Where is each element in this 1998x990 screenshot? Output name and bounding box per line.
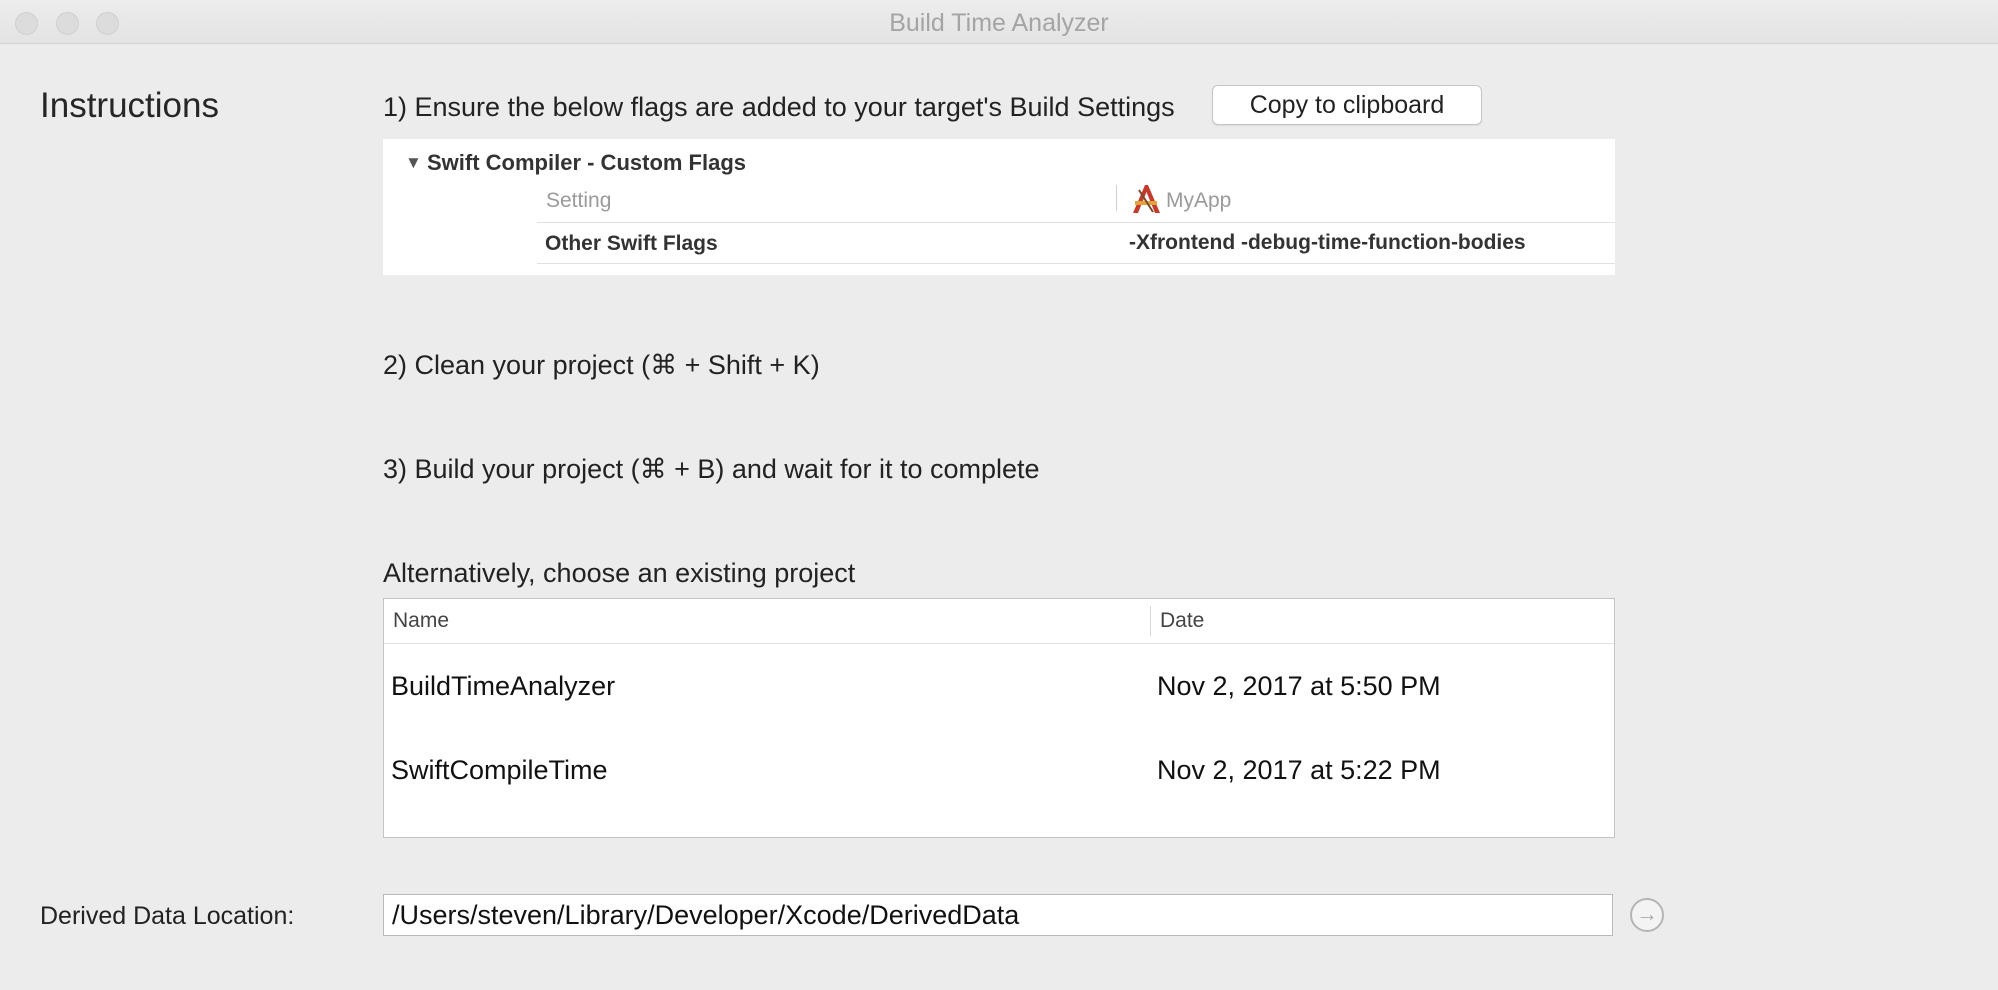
derived-data-path-field[interactable]: /Users/steven/Library/Developer/Xcode/De… [383,894,1613,936]
project-name: SwiftCompileTime [391,755,608,785]
derived-data-label: Derived Data Location: [40,902,295,930]
instructions-heading: Instructions [40,86,219,125]
step-1-text: 1) Ensure the below flags are added to y… [383,92,1175,122]
build-settings-panel: ▼ Swift Compiler - Custom Flags Setting … [383,139,1615,275]
table-row[interactable]: SwiftCompileTime Nov 2, 2017 at 5:22 PM [384,727,1614,811]
setting-name: Other Swift Flags [545,232,718,255]
projects-table[interactable]: Name Date BuildTimeAnalyzer Nov 2, 2017 … [383,598,1615,838]
project-name: BuildTimeAnalyzer [391,671,616,701]
name-column-header[interactable]: Name [393,609,449,633]
step-3-text: 3) Build your project (⌘ + B) and wait f… [383,454,1040,484]
copy-to-clipboard-button[interactable]: Copy to clipboard [1212,85,1482,125]
column-divider [1150,606,1151,636]
title-bar: Build Time Analyzer [0,0,1998,44]
disclosure-triangle-icon[interactable]: ▼ [405,153,422,173]
alternative-label: Alternatively, choose an existing projec… [383,558,856,588]
xcode-app-icon [1133,185,1160,213]
setting-column-header: Setting [546,189,612,212]
window-title: Build Time Analyzer [889,9,1109,37]
arrow-circle-icon[interactable]: → [1630,898,1664,932]
row-divider [537,263,1615,264]
project-date: Nov 2, 2017 at 5:50 PM [1157,671,1441,701]
table-row[interactable]: BuildTimeAnalyzer Nov 2, 2017 at 5:50 PM [384,643,1614,727]
project-date: Nov 2, 2017 at 5:22 PM [1157,755,1441,785]
column-divider [1116,185,1117,211]
step-2-text: 2) Clean your project (⌘ + Shift + K) [383,350,820,380]
target-column-header: MyApp [1166,189,1232,212]
row-divider [537,222,1615,223]
date-column-header[interactable]: Date [1160,609,1204,633]
setting-value: -Xfrontend -debug-time-function-bodies [1129,231,1526,254]
settings-group-title: Swift Compiler - Custom Flags [427,150,747,175]
